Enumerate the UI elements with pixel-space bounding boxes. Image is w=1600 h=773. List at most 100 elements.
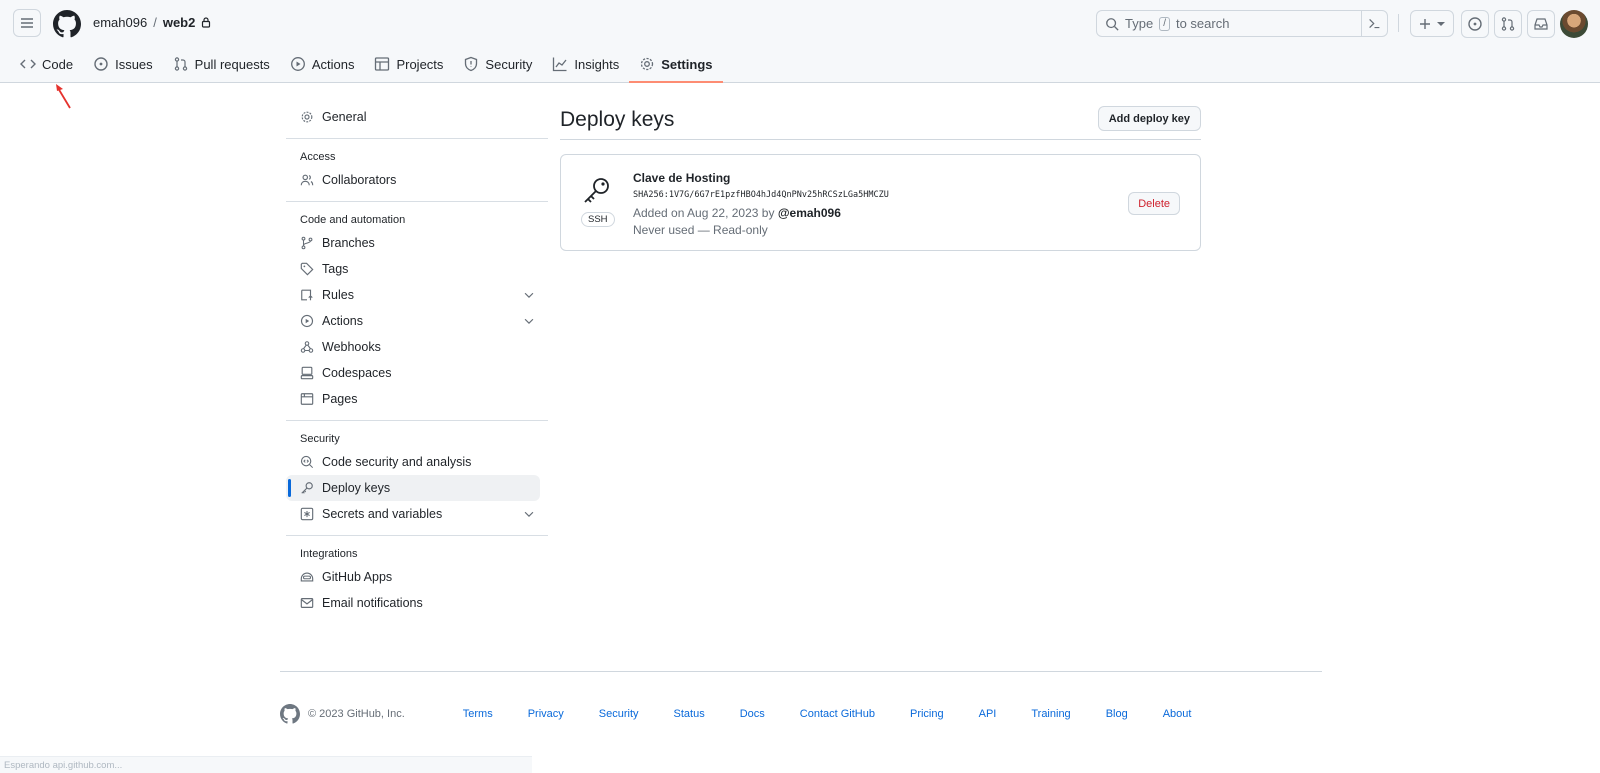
footer-link-privacy[interactable]: Privacy bbox=[528, 708, 564, 720]
sidebar-heading-code-automation: Code and automation bbox=[300, 214, 406, 226]
tab-security[interactable]: Security bbox=[453, 50, 542, 78]
page-title: Deploy keys bbox=[560, 108, 675, 131]
sidebar-item-branches[interactable]: Branches bbox=[286, 230, 548, 256]
sidebar-item-label: Secrets and variables bbox=[322, 507, 443, 521]
search-placeholder-suffix: to search bbox=[1175, 16, 1230, 31]
create-new-button[interactable] bbox=[1410, 10, 1454, 37]
tab-issues[interactable]: Issues bbox=[83, 50, 163, 78]
issue-icon bbox=[94, 57, 108, 71]
plus-icon bbox=[1420, 18, 1430, 29]
footer-link-api[interactable]: API bbox=[979, 708, 997, 720]
footer-link-docs[interactable]: Docs bbox=[740, 708, 765, 720]
repo-push-icon bbox=[301, 289, 313, 301]
menu-button[interactable] bbox=[13, 9, 41, 37]
browser-icon bbox=[300, 393, 314, 405]
sidebar-item-actions[interactable]: Actions bbox=[286, 308, 548, 334]
title-divider bbox=[560, 139, 1201, 140]
sidebar-item-general[interactable]: General bbox=[286, 104, 548, 130]
tab-label: Code bbox=[42, 56, 74, 72]
key-added-info: Added on Aug 22, 2023 by @emah096 bbox=[633, 206, 841, 220]
sidebar-item-codespaces[interactable]: Codespaces bbox=[286, 360, 548, 386]
add-deploy-key-button[interactable]: Add deploy key bbox=[1097, 106, 1201, 131]
code-icon bbox=[20, 59, 36, 69]
issues-button[interactable] bbox=[1461, 10, 1489, 38]
key-fingerprint: SHA256:1V7G/6G7rE1pzfHBO4hJd4QnPNv25hRCS… bbox=[633, 190, 889, 200]
breadcrumb-separator: / bbox=[153, 15, 157, 30]
breadcrumb: emah096 / web2 bbox=[93, 15, 211, 30]
footer-link-terms[interactable]: Terms bbox=[463, 708, 493, 720]
tab-pull-requests[interactable]: Pull requests bbox=[163, 50, 280, 78]
github-logo-icon[interactable] bbox=[280, 704, 300, 724]
key-usage: Never used — Read-only bbox=[633, 223, 768, 237]
tab-code[interactable]: Code bbox=[20, 50, 83, 78]
pull-requests-button[interactable] bbox=[1494, 10, 1522, 38]
sidebar-item-pages[interactable]: Pages bbox=[286, 386, 548, 412]
tab-settings[interactable]: Settings bbox=[629, 50, 723, 83]
sidebar-divider bbox=[286, 535, 548, 536]
app-header: emah096 / web2 Type / to search Code Iss… bbox=[0, 0, 1600, 83]
sidebar-item-label: Collaborators bbox=[322, 173, 397, 187]
chevron-down-icon[interactable] bbox=[522, 314, 536, 328]
tab-label: Settings bbox=[661, 56, 713, 72]
sidebar-item-label: Tags bbox=[322, 262, 349, 276]
graph-icon bbox=[553, 57, 567, 72]
gear-icon bbox=[301, 111, 313, 123]
sidebar-item-deploy-keys[interactable]: Deploy keys bbox=[286, 475, 540, 501]
footer-divider bbox=[280, 671, 1322, 672]
hamburger-icon bbox=[21, 18, 33, 28]
sidebar-item-code-security[interactable]: Code security and analysis bbox=[286, 449, 548, 475]
branch-icon bbox=[301, 236, 313, 250]
footer-link-contact[interactable]: Contact GitHub bbox=[800, 708, 875, 720]
github-logo-icon[interactable] bbox=[53, 10, 81, 38]
table-icon bbox=[375, 57, 390, 71]
footer-link-status[interactable]: Status bbox=[674, 708, 705, 720]
sidebar-divider bbox=[286, 420, 548, 421]
key-title: Clave de Hosting bbox=[633, 171, 731, 185]
codespaces-icon bbox=[300, 366, 314, 380]
user-avatar[interactable] bbox=[1560, 10, 1588, 38]
mail-icon bbox=[300, 598, 314, 608]
key-icon bbox=[584, 178, 609, 203]
sidebar-item-webhooks[interactable]: Webhooks bbox=[286, 334, 548, 360]
deploy-key-card: SSH Clave de Hosting SHA256:1V7G/6G7rE1p… bbox=[560, 154, 1201, 251]
issue-opened-icon bbox=[1468, 17, 1482, 31]
footer: © 2023 GitHub, Inc. Terms Privacy Securi… bbox=[280, 704, 1322, 724]
search-icon bbox=[1106, 17, 1119, 31]
sidebar-item-label: General bbox=[322, 110, 367, 124]
tab-actions[interactable]: Actions bbox=[280, 50, 365, 78]
delete-key-button[interactable]: Delete bbox=[1128, 192, 1180, 215]
tab-insights[interactable]: Insights bbox=[542, 50, 629, 78]
command-palette-button[interactable] bbox=[1361, 11, 1387, 36]
tab-projects[interactable]: Projects bbox=[364, 50, 453, 78]
chevron-down-icon[interactable] bbox=[522, 288, 536, 302]
gear-icon bbox=[641, 57, 654, 71]
footer-link-about[interactable]: About bbox=[1163, 708, 1192, 720]
sidebar-item-github-apps[interactable]: GitHub Apps bbox=[286, 564, 548, 590]
caret-down-icon bbox=[1437, 21, 1445, 26]
sidebar-item-email-notifications[interactable]: Email notifications bbox=[286, 590, 548, 616]
sidebar-item-label: GitHub Apps bbox=[322, 570, 393, 584]
breadcrumb-owner[interactable]: emah096 bbox=[93, 15, 147, 30]
sidebar-item-tags[interactable]: Tags bbox=[286, 256, 548, 282]
sidebar-item-label: Pages bbox=[322, 392, 358, 406]
sidebar-item-label: Email notifications bbox=[322, 596, 423, 610]
chevron-down-icon[interactable] bbox=[522, 507, 536, 521]
inbox-button[interactable] bbox=[1527, 10, 1555, 38]
search-input[interactable]: Type / to search bbox=[1096, 10, 1388, 37]
sidebar-item-label: Code security and analysis bbox=[322, 455, 472, 469]
footer-link-training[interactable]: Training bbox=[1031, 708, 1070, 720]
breadcrumb-repo[interactable]: web2 bbox=[163, 15, 196, 30]
key-added-by-user[interactable]: @emah096 bbox=[778, 206, 841, 220]
sidebar-item-rules[interactable]: Rules bbox=[286, 282, 548, 308]
sidebar-item-label: Rules bbox=[322, 288, 354, 302]
search-placeholder-prefix: Type bbox=[1125, 16, 1154, 31]
footer-link-pricing[interactable]: Pricing bbox=[910, 708, 944, 720]
sidebar-item-collaborators[interactable]: Collaborators bbox=[286, 167, 548, 193]
sidebar-item-label: Codespaces bbox=[322, 366, 392, 380]
tab-label: Projects bbox=[396, 56, 444, 72]
footer-link-blog[interactable]: Blog bbox=[1106, 708, 1128, 720]
browser-status-bar: Esperando api.github.com... bbox=[0, 756, 532, 773]
key-type-badge: SSH bbox=[581, 212, 615, 227]
footer-link-security[interactable]: Security bbox=[599, 708, 639, 720]
sidebar-item-secrets[interactable]: Secrets and variables bbox=[286, 501, 548, 527]
